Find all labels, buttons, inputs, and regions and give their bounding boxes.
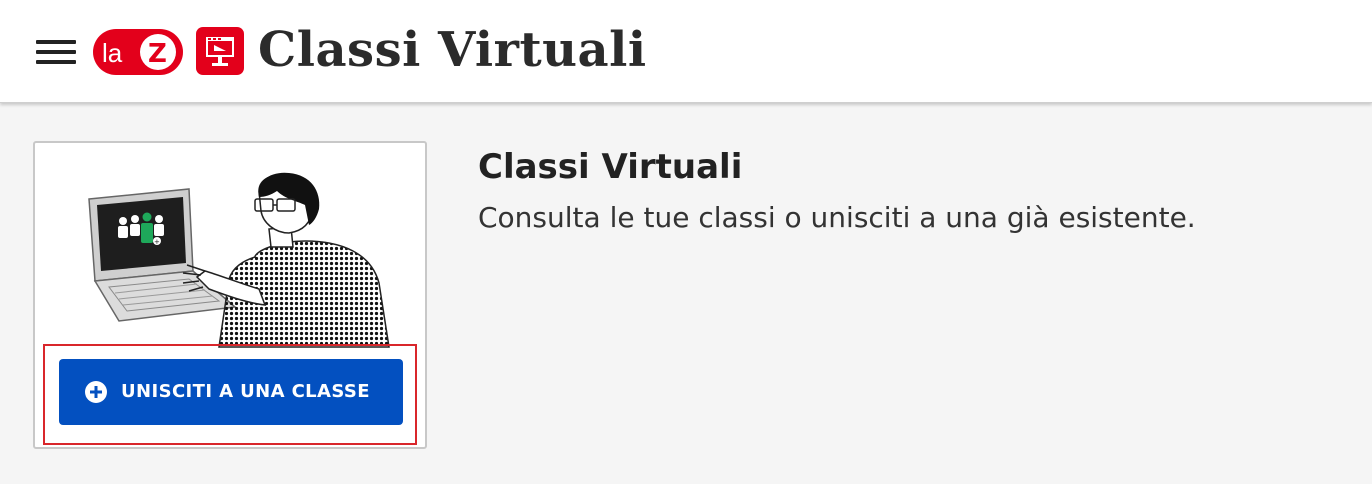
join-class-button[interactable]: UNISCITI A UNA CLASSE: [59, 359, 403, 425]
svg-text:la: la: [102, 38, 123, 68]
section-subtitle: Consulta le tue classi o unisciti a una …: [478, 201, 1196, 234]
hamburger-menu-icon[interactable]: [36, 38, 76, 66]
app-title: Classi Virtuali: [258, 22, 647, 78]
virtual-classroom-icon: [196, 27, 244, 75]
join-class-button-label: UNISCITI A UNA CLASSE: [121, 381, 370, 402]
brand-logo[interactable]: la Z: [92, 27, 184, 77]
classes-card: + UNISCITI A UNA CLASSE: [33, 141, 427, 449]
svg-text:Z: Z: [148, 39, 167, 69]
top-app-bar: la Z Classi Virtuali: [0, 0, 1372, 103]
section-title: Classi Virtuali: [478, 147, 743, 187]
person-at-laptop-illustration: +: [88, 172, 390, 348]
svg-text:+: +: [154, 238, 160, 246]
plus-circle-icon: [85, 381, 107, 403]
